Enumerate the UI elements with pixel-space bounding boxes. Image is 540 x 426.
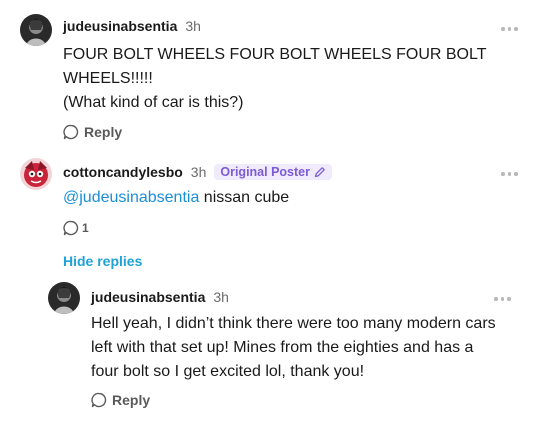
more-options-icon[interactable] bbox=[501, 24, 521, 34]
timestamp: 3h bbox=[190, 164, 207, 180]
more-options-icon[interactable] bbox=[501, 169, 521, 179]
speech-bubble-icon bbox=[91, 392, 107, 408]
user-avatar[interactable] bbox=[20, 158, 52, 190]
more-options-icon[interactable] bbox=[494, 294, 514, 304]
comment-text: Hell yeah, I didn’t think there were too… bbox=[91, 315, 496, 380]
speech-bubble-icon bbox=[63, 220, 79, 236]
user-avatar[interactable] bbox=[20, 14, 52, 46]
comment-text: @judeusinabsentia nissan cube bbox=[63, 189, 290, 206]
speech-bubble-icon bbox=[63, 124, 79, 140]
username[interactable]: cottoncandylesbo bbox=[63, 164, 183, 180]
original-poster-badge: Original Poster bbox=[214, 164, 332, 180]
reply-button[interactable]: Reply bbox=[63, 124, 122, 140]
pencil-icon bbox=[314, 167, 325, 178]
username[interactable]: judeusinabsentia bbox=[91, 289, 205, 305]
timestamp: 3h bbox=[213, 289, 229, 305]
comment-text: FOUR BOLT WHEELS FOUR BOLT WHEELS FOUR B… bbox=[63, 46, 487, 111]
user-mention-link[interactable]: @judeusinabsentia bbox=[63, 189, 199, 206]
like-button[interactable]: 1 bbox=[63, 220, 89, 236]
like-count: 1 bbox=[82, 221, 89, 235]
hide-replies-button[interactable]: Hide replies bbox=[63, 253, 142, 269]
timestamp: 3h bbox=[185, 18, 201, 34]
reply-button[interactable]: Reply bbox=[91, 392, 150, 408]
username[interactable]: judeusinabsentia bbox=[63, 18, 177, 34]
user-avatar[interactable] bbox=[48, 282, 80, 314]
